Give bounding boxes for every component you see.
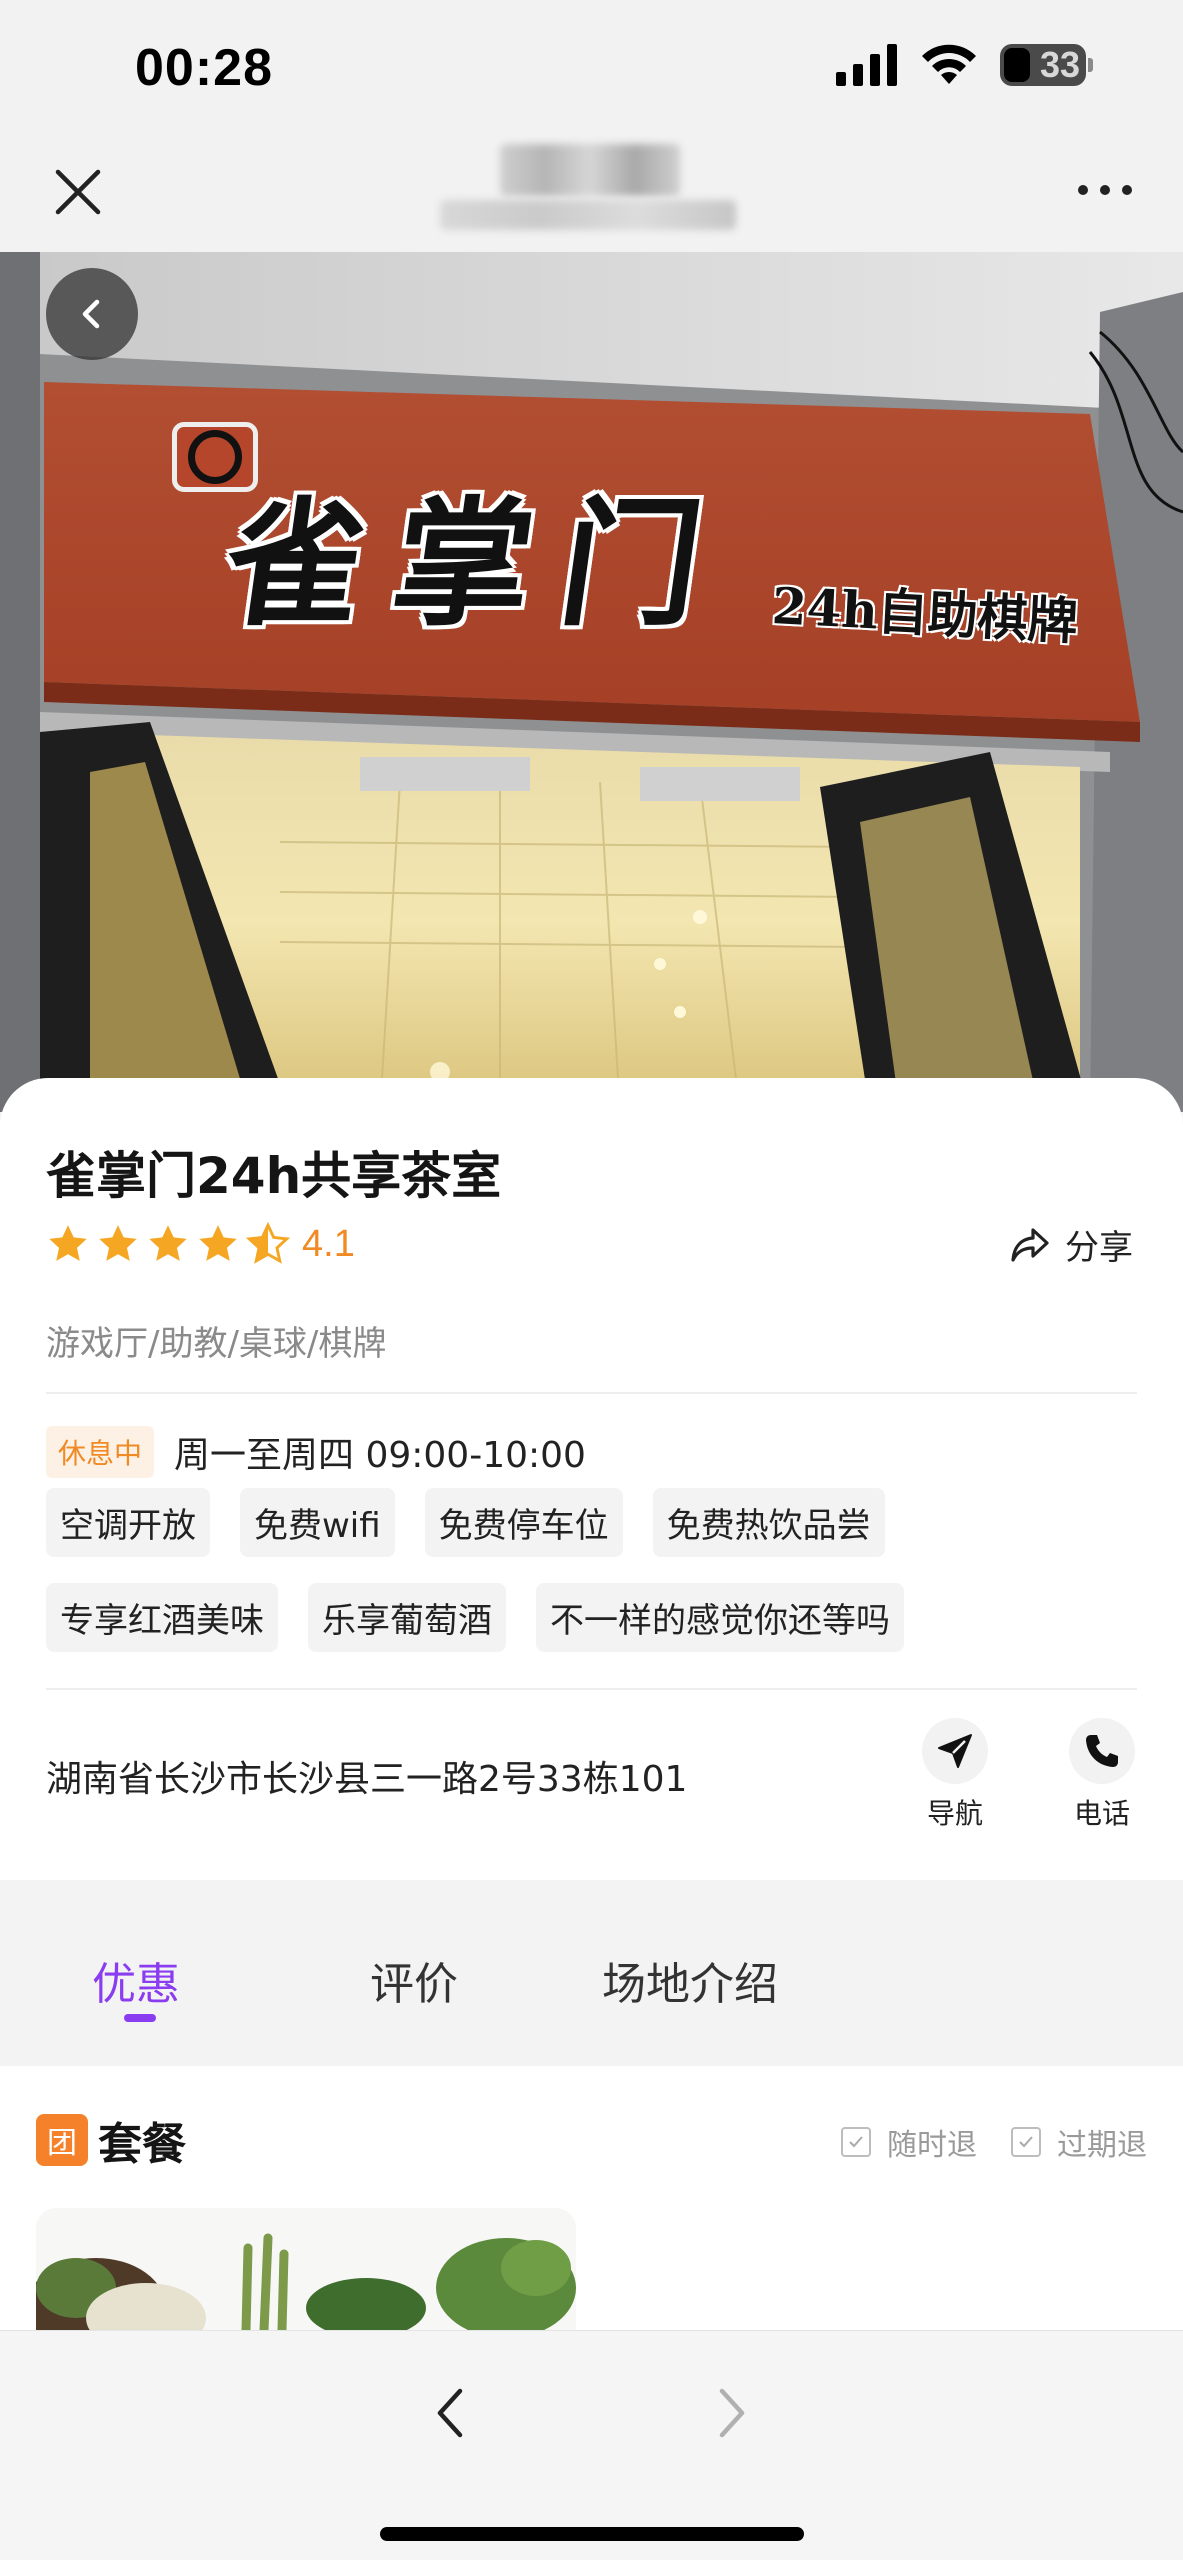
- storefront-illustration: [0, 252, 1183, 1112]
- status-bar: 00:28 33: [0, 0, 1183, 140]
- page-title-blurred: [440, 144, 736, 232]
- bottom-navigation-bar: [0, 2330, 1183, 2560]
- browser-back-icon[interactable]: [430, 2383, 470, 2443]
- share-icon: [1011, 1227, 1049, 1262]
- battery-nub: [1088, 58, 1093, 72]
- package-section: 团 套餐 随时退 过期退: [0, 2066, 1183, 2330]
- phone-button[interactable]: 电话: [1047, 1718, 1157, 1832]
- opening-hours-row: 休息中 周一至周四 09:00-10:00: [46, 1426, 586, 1478]
- store-photo: 雀掌门 24h自助棋牌: [0, 252, 1183, 1112]
- share-label: 分享: [1065, 1228, 1133, 1268]
- navigation-icon: [922, 1718, 988, 1784]
- signal-icon: [836, 44, 897, 86]
- policy-label: 过期退: [1057, 2128, 1147, 2163]
- rating-row: 4.1: [46, 1218, 355, 1270]
- blurred-title: [500, 144, 680, 196]
- check-icon: [1011, 2127, 1041, 2157]
- shop-name: 雀掌门24h共享茶室: [46, 1147, 502, 1205]
- star-icon: [99, 1225, 137, 1261]
- rating-score: 4.1: [302, 1222, 355, 1265]
- battery-icon: 33: [1000, 44, 1093, 86]
- store-sign-main: 雀掌门: [214, 482, 742, 645]
- close-icon[interactable]: [50, 164, 106, 220]
- back-button[interactable]: [46, 268, 138, 360]
- wifi-icon: [922, 44, 976, 84]
- status-badge: 休息中: [46, 1426, 155, 1478]
- shop-categories: 游戏厅/助教/桌球/棋牌: [46, 1324, 387, 1364]
- navigation-label: 导航: [926, 1797, 983, 1830]
- status-time: 00:28: [135, 39, 273, 97]
- policy-expiry-refund: 过期退: [1011, 2120, 1147, 2164]
- feature-tag: 专享红酒美味: [46, 1583, 278, 1652]
- package-image[interactable]: [36, 2208, 576, 2330]
- divider: [46, 1392, 1137, 1394]
- star-icon: [199, 1225, 237, 1261]
- feature-tag: 免费wifi: [240, 1488, 395, 1557]
- group-deal-icon: 团: [36, 2114, 88, 2166]
- section-tabs: 优惠 评价 场地介绍: [0, 1880, 1183, 2066]
- battery-fill: [1004, 48, 1030, 82]
- battery-level: 33: [1039, 44, 1080, 85]
- feature-tag: 免费停车位: [424, 1488, 623, 1557]
- feature-tag: 不一样的感觉你还等吗: [536, 1583, 904, 1652]
- policy-label: 随时退: [887, 2128, 977, 2163]
- shop-address[interactable]: 湖南省长沙市长沙县三一路2号33栋101: [46, 1750, 687, 1802]
- tab-venue-intro[interactable]: 场地介绍: [602, 1948, 778, 2012]
- more-icon[interactable]: [1075, 180, 1135, 200]
- blurred-subtitle: [440, 200, 736, 230]
- tab-offers[interactable]: 优惠: [92, 1948, 180, 2012]
- check-icon: [841, 2127, 871, 2157]
- vegetables-image: [36, 2208, 576, 2330]
- active-tab-indicator: [124, 2014, 156, 2022]
- chevron-left-icon: [82, 299, 100, 329]
- status-icons: 33: [836, 44, 1093, 86]
- phone-icon: [1069, 1718, 1135, 1784]
- tab-reviews[interactable]: 评价: [370, 1948, 458, 2012]
- star-icon: [49, 1225, 87, 1261]
- nav-bar: [0, 140, 1183, 252]
- opening-hours: 周一至周四 09:00-10:00: [174, 1435, 586, 1476]
- feature-tag: 免费热饮品尝: [652, 1488, 885, 1557]
- feature-tags: 空调开放 免费wifi 免费停车位 免费热饮品尝 专享红酒美味 乐享葡萄酒 不一…: [46, 1488, 1146, 1652]
- feature-tag: 乐享葡萄酒: [308, 1583, 506, 1652]
- battery-body: 33: [1000, 44, 1086, 86]
- browser-forward-icon[interactable]: [712, 2383, 752, 2443]
- navigation-button[interactable]: 导航: [900, 1718, 1010, 1832]
- package-title: 套餐: [98, 2119, 186, 2170]
- phone-label: 电话: [1073, 1797, 1130, 1830]
- policy-anytime-refund: 随时退: [841, 2120, 977, 2164]
- divider: [46, 1688, 1137, 1690]
- refund-policies: 随时退 过期退: [841, 2120, 1147, 2164]
- feature-tag: 空调开放: [46, 1488, 210, 1557]
- shop-info-card: 雀掌门24h共享茶室 4.1 分享 游戏厅/助教/桌球/棋牌 休息中 周一至周四…: [0, 1078, 1183, 1880]
- star-half-icon: [246, 1222, 290, 1264]
- home-indicator: [380, 2527, 804, 2541]
- share-button[interactable]: 分享: [1009, 1220, 1133, 1269]
- star-icon: [149, 1225, 187, 1261]
